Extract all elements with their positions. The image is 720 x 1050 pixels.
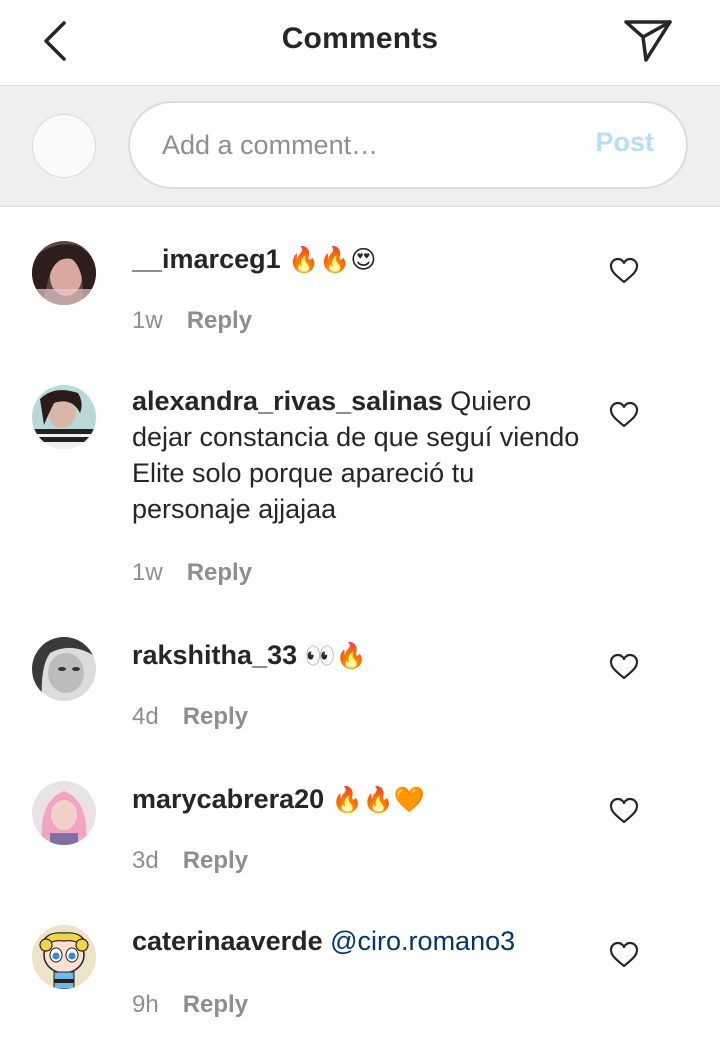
avatar[interactable] (32, 385, 96, 449)
reply-button[interactable]: Reply (187, 559, 252, 587)
comment-text: alexandra_rivas_salinas Quiero dejar con… (132, 383, 592, 527)
comment-username[interactable]: rakshitha_33 (132, 640, 297, 670)
comment-text: __imarceg1 🔥🔥😍 (132, 241, 592, 278)
avatar[interactable] (32, 925, 96, 989)
comment-text: caterinaaverde @ciro.romano3 (132, 923, 592, 959)
comment-time: 1w (132, 559, 163, 586)
comment-input-wrapper: Post (128, 101, 688, 189)
comment-text: marycabrera20 🔥🔥🧡 (132, 781, 592, 818)
avatar[interactable] (32, 637, 96, 701)
post-button[interactable]: Post (595, 127, 654, 158)
comment-meta: 1w Reply (132, 307, 252, 335)
comment-username[interactable]: alexandra_rivas_salinas (132, 386, 443, 416)
comment-username[interactable]: marycabrera20 (132, 784, 324, 814)
comment-text: rakshitha_33 👀🔥 (132, 637, 592, 674)
comment-body: 👀🔥 (304, 641, 367, 670)
comment-item: __imarceg1 🔥🔥😍 1w Reply (0, 207, 720, 355)
comment-item: marycabrera20 🔥🔥🧡 3d Reply (0, 751, 720, 895)
comment-time: 3d (132, 847, 159, 874)
heart-icon[interactable] (608, 939, 640, 971)
heart-icon[interactable] (608, 795, 640, 827)
comment-body: 🔥🔥😍 (288, 245, 377, 274)
reply-button[interactable]: Reply (187, 307, 252, 335)
avatar[interactable] (32, 241, 96, 305)
comment-composer: Post (0, 86, 720, 207)
heart-icon[interactable] (608, 255, 640, 287)
current-user-avatar (32, 114, 96, 178)
page-title: Comments (281, 22, 439, 55)
comment-body: 🔥🔥🧡 (331, 785, 426, 814)
comment-meta: 1w Reply (132, 559, 252, 587)
avatar[interactable] (32, 781, 96, 845)
comment-time: 9h (132, 991, 159, 1018)
heart-icon[interactable] (608, 651, 640, 683)
comment-meta: 4d Reply (132, 703, 248, 731)
comment-input[interactable] (162, 103, 582, 187)
top-bar: Comments (0, 0, 720, 86)
comment-item: caterinaaverde @ciro.romano3 9h Reply (0, 895, 720, 1050)
comment-mention[interactable]: @ciro.romano3 (330, 926, 515, 956)
reply-button[interactable]: Reply (183, 991, 248, 1019)
share-button[interactable] (618, 14, 678, 68)
comment-item: alexandra_rivas_salinas Quiero dejar con… (0, 355, 720, 607)
heart-icon[interactable] (608, 399, 640, 431)
comment-time: 1w (132, 307, 163, 334)
reply-button[interactable]: Reply (183, 847, 248, 875)
comment-item: rakshitha_33 👀🔥 4d Reply (0, 607, 720, 751)
comment-time: 4d (132, 703, 159, 730)
reply-button[interactable]: Reply (183, 703, 248, 731)
comment-meta: 9h Reply (132, 991, 248, 1019)
paper-plane-icon (624, 20, 672, 62)
comment-meta: 3d Reply (132, 847, 248, 875)
comment-username[interactable]: __imarceg1 (132, 244, 281, 274)
comment-username[interactable]: caterinaaverde (132, 926, 323, 956)
